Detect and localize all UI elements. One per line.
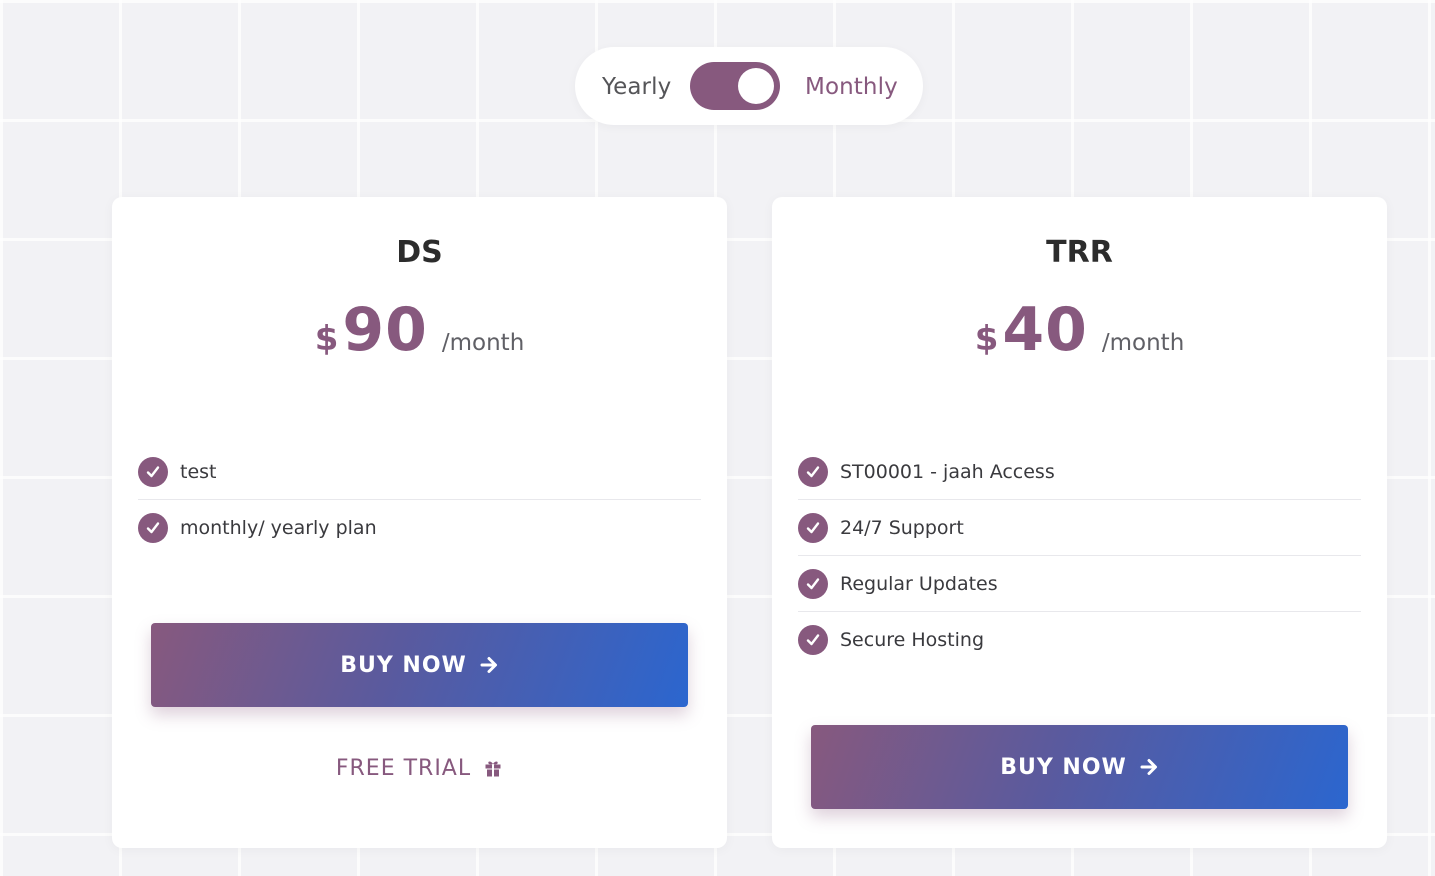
price-row: $40/month: [772, 295, 1387, 365]
buy-now-label: BUY NOW: [1000, 754, 1127, 780]
feature-item: test: [138, 444, 701, 500]
price-period: /month: [441, 330, 525, 356]
buy-now-button[interactable]: BUY NOW: [811, 725, 1348, 809]
monthly-label[interactable]: Monthly: [805, 47, 898, 125]
feature-text: Secure Hosting: [840, 629, 985, 651]
feature-text: test: [180, 460, 217, 483]
feature-text: 24/7 Support: [840, 516, 964, 539]
plan-name: DS: [396, 235, 443, 270]
free-trial-link[interactable]: FREE TRIAL: [112, 752, 727, 784]
arrow-right-icon: [1139, 757, 1159, 777]
feature-item: Secure Hosting: [798, 612, 1361, 668]
plan-card-trr: TRR $40/month ST00001 - jaah Access 24/7…: [772, 197, 1387, 848]
gift-icon: [483, 758, 503, 778]
currency-symbol: $: [314, 319, 339, 359]
feature-text: Regular Updates: [840, 572, 998, 595]
price-amount: 90: [342, 295, 428, 365]
free-trial-label: FREE TRIAL: [335, 755, 472, 781]
billing-toggle: Yearly Monthly: [575, 47, 923, 125]
check-circle-icon: [798, 456, 828, 487]
buy-now-button[interactable]: BUY NOW: [151, 623, 688, 707]
feature-item: 24/7 Support: [798, 500, 1361, 556]
currency-symbol: $: [974, 319, 999, 359]
yearly-label[interactable]: Yearly: [602, 47, 671, 125]
price-period: /month: [1101, 330, 1185, 356]
feature-item: ST00001 - jaah Access: [798, 444, 1361, 500]
feature-list: ST00001 - jaah Access 24/7 Support Regul…: [798, 444, 1361, 668]
check-circle-icon: [798, 512, 828, 543]
feature-text: monthly/ yearly plan: [180, 517, 377, 539]
buy-now-label: BUY NOW: [340, 652, 467, 678]
check-circle-icon: [138, 456, 168, 487]
switch-knob: [738, 68, 774, 104]
feature-item: Regular Updates: [798, 556, 1361, 612]
plan-name: TRR: [1046, 235, 1113, 270]
price-amount: 40: [1002, 295, 1088, 365]
feature-list: test monthly/ yearly plan: [138, 444, 701, 556]
check-circle-icon: [138, 513, 168, 543]
arrow-right-icon: [479, 655, 499, 675]
feature-item: monthly/ yearly plan: [138, 500, 701, 556]
check-circle-icon: [798, 568, 828, 599]
billing-switch[interactable]: [690, 62, 780, 110]
feature-text: ST00001 - jaah Access: [840, 460, 1055, 483]
plan-card-ds: DS $90/month test monthly/ yearly plan B…: [112, 197, 727, 848]
check-circle-icon: [798, 625, 828, 655]
price-row: $90/month: [112, 295, 727, 365]
